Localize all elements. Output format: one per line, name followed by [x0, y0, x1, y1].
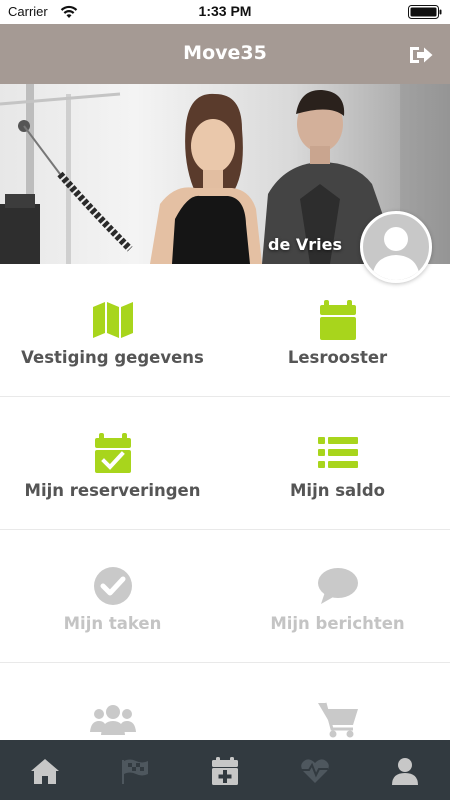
- menu-vestiging-gegevens[interactable]: Vestiging gegevens: [0, 264, 225, 396]
- sign-out-icon[interactable]: [408, 44, 434, 66]
- menu-mijn-berichten[interactable]: Mijn berichten: [225, 530, 450, 662]
- menu-mijn-taken[interactable]: Mijn taken: [0, 530, 225, 662]
- heartbeat-icon: [301, 759, 329, 783]
- tab-home[interactable]: [0, 740, 90, 800]
- menu-grid: Vestiging gegevens Lesrooster Mijn reser…: [0, 264, 450, 796]
- map-icon: [93, 302, 133, 338]
- menu-mijn-saldo[interactable]: Mijn saldo: [225, 397, 450, 529]
- tab-agenda[interactable]: [180, 740, 270, 800]
- checkered-flag-icon: [122, 759, 148, 784]
- status-bar: Carrier 1:33 PM: [0, 0, 450, 24]
- battery-icon: [408, 5, 442, 19]
- clock: 1:33 PM: [198, 3, 252, 19]
- calendar-check-icon: [95, 433, 131, 473]
- menu-row: Mijn reserveringen Mijn saldo: [0, 397, 450, 530]
- tab-challenges[interactable]: [90, 740, 180, 800]
- menu-label: Mijn taken: [63, 614, 162, 633]
- menu-mijn-reserveringen[interactable]: Mijn reserveringen: [0, 397, 225, 529]
- bottom-tab-bar: [0, 740, 450, 800]
- menu-row: Vestiging gegevens Lesrooster: [0, 264, 450, 397]
- shopping-cart-icon: [318, 702, 358, 738]
- menu-row: Mijn taken Mijn berichten: [0, 530, 450, 663]
- app-header: Move35: [0, 24, 450, 84]
- user-icon: [392, 758, 418, 785]
- calendar-plus-icon: [212, 757, 238, 785]
- menu-label: Mijn berichten: [270, 614, 405, 633]
- menu-label: Mijn saldo: [290, 481, 385, 500]
- tab-profile[interactable]: [360, 740, 450, 800]
- member-name: de Vries: [267, 235, 342, 254]
- menu-label: Mijn reserveringen: [24, 481, 201, 500]
- tab-health[interactable]: [270, 740, 360, 800]
- app-title: Move35: [183, 42, 267, 64]
- home-icon: [31, 759, 59, 784]
- check-circle-icon: [94, 567, 132, 605]
- list-icon: [318, 437, 358, 468]
- menu-label: Lesrooster: [287, 348, 388, 367]
- menu-label: Vestiging gegevens: [21, 348, 204, 367]
- calendar-icon: [320, 300, 356, 340]
- chat-icon: [318, 568, 358, 604]
- menu-lesrooster[interactable]: Lesrooster: [225, 264, 450, 396]
- users-icon: [90, 705, 136, 735]
